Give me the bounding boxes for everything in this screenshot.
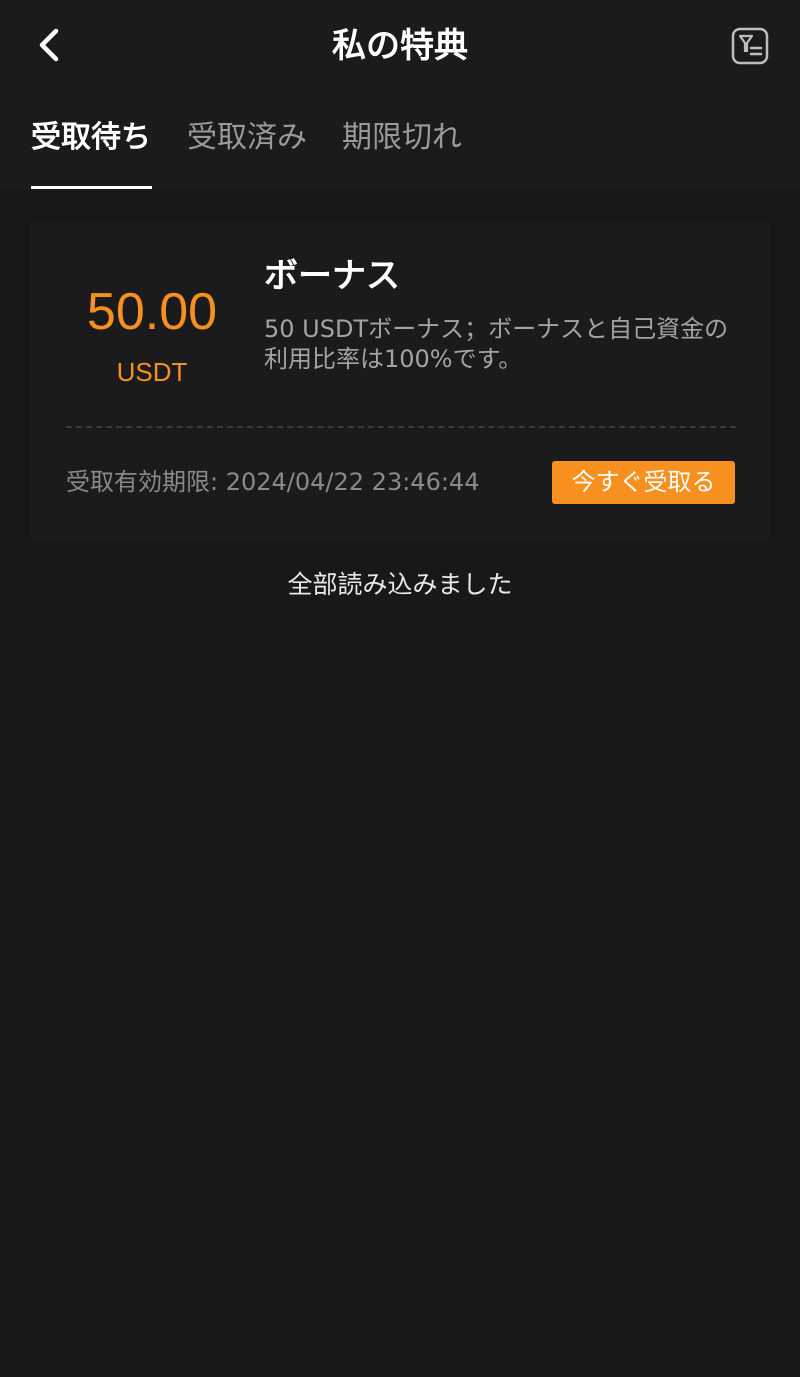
- bonus-description: 50 USDTボーナス；ボーナスと自己資金の利用比率は100%です。: [264, 315, 729, 373]
- header-bar: 私の特典: [0, 0, 800, 94]
- bonus-card: 50.00 USDT ボーナス 50 USDTボーナス；ボーナスと自己資金の利用…: [30, 222, 770, 540]
- active-tab-indicator: [31, 186, 152, 189]
- tab-expired[interactable]: 期限切れ: [342, 114, 462, 162]
- bonus-title: ボーナス: [264, 256, 400, 296]
- card-divider: [66, 426, 736, 428]
- list-end-message: 全部読み込みました: [287, 570, 513, 599]
- tab-bar: 受取待ち 受取済み 期限切れ: [0, 94, 800, 190]
- bonus-expiry: 受取有効期限: 2024/04/22 23:46:44: [66, 468, 480, 496]
- filter-button[interactable]: [728, 24, 772, 68]
- claim-now-button[interactable]: 今すぐ受取る: [552, 461, 735, 504]
- bonus-currency: USDT: [116, 357, 188, 387]
- filter-list-icon: [731, 27, 769, 65]
- tab-pending[interactable]: 受取待ち: [31, 114, 151, 162]
- tab-received[interactable]: 受取済み: [187, 114, 307, 162]
- bonus-amount: 50.00: [86, 283, 218, 341]
- page-title: 私の特典: [332, 26, 468, 66]
